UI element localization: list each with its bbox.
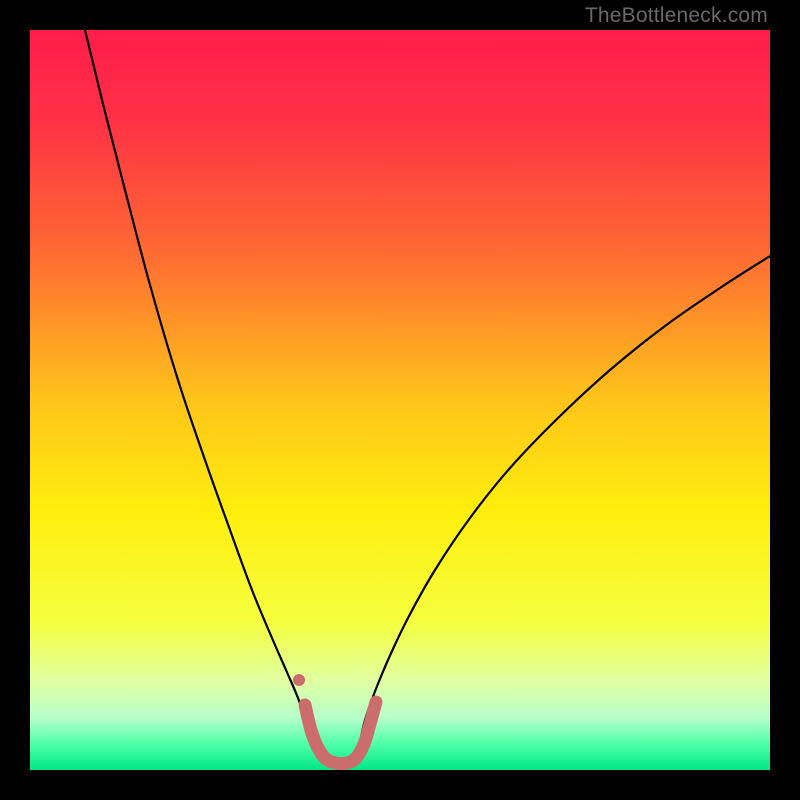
series-bottleneck-curve-right xyxy=(360,256,770,742)
chart-curves xyxy=(30,30,770,770)
series-highlight-dot xyxy=(293,674,305,686)
watermark-text: TheBottleneck.com xyxy=(585,4,768,28)
plot-area xyxy=(30,30,770,770)
series-highlight-band xyxy=(305,702,376,764)
series-bottleneck-curve-left xyxy=(85,30,311,742)
